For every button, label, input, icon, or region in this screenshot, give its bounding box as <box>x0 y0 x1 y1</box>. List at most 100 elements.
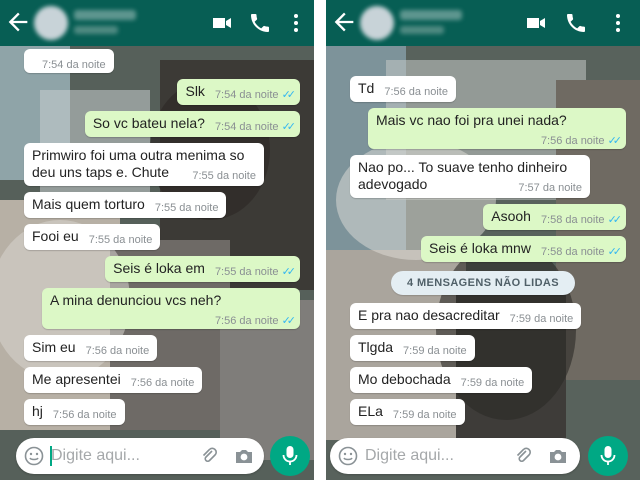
message-stack: Td 7:56 da noite Mais vc nao foi pra unei … <box>326 73 640 428</box>
incoming-message[interactable]: E pra nao desacreditar 7:59 da noite <box>350 303 582 329</box>
incoming-message[interactable]: Primwiro foi uma outra menima so deu uns… <box>24 143 264 186</box>
back-arrow-icon[interactable] <box>4 8 32 36</box>
contact-avatar[interactable] <box>360 6 394 40</box>
incoming-message[interactable]: Mais quem torturo 7:55 da noite <box>24 192 227 218</box>
message-meta: 7:59 da noite <box>393 408 457 422</box>
message-time: 7:55 da noite <box>192 170 256 182</box>
outgoing-message[interactable]: Seis é loka mnw 7:58 da noite ✓✓ <box>421 236 626 262</box>
message-time: 7:55 da noite <box>214 266 279 278</box>
outgoing-message[interactable]: A mina denunciou vcs neh? 7:56 da noite ✓✓ <box>42 288 300 329</box>
incoming-message[interactable]: Mo debochada 7:59 da noite <box>350 367 533 393</box>
incoming-message[interactable]: hj 7:56 da noite <box>24 399 125 425</box>
message-list[interactable]: Td 7:56 da noite Mais vc nao foi pra unei … <box>326 46 640 430</box>
message-meta: 7:56 da noite ✓✓ <box>540 134 623 148</box>
mic-button[interactable] <box>270 436 310 476</box>
message-time: 7:58 da noite <box>540 246 605 258</box>
incoming-message[interactable]: ELa 7:59 da noite <box>350 399 465 425</box>
message-time: 7:56 da noite <box>85 345 150 357</box>
message-text: A mina denunciou vcs neh? <box>50 292 222 308</box>
incoming-message[interactable]: Sim eu 7:56 da noite <box>24 335 158 361</box>
message-meta: 7:54 da noite ✓✓ <box>215 120 297 134</box>
outgoing-message[interactable]: Mais vc nao foi pra unei nada? 7:56 da no… <box>368 108 626 149</box>
message-text: Mais quem torturo <box>32 196 145 212</box>
outgoing-message[interactable]: Asooh 7:58 da noite ✓✓ <box>483 204 626 230</box>
message-time: 7:56 da noite <box>540 135 605 147</box>
message-meta: 7:56 da noite <box>53 408 117 422</box>
message-meta: 7:59 da noite <box>461 376 525 390</box>
message-time: 7:55 da noite <box>154 202 219 214</box>
message-time: 7:54 da noite <box>42 59 106 71</box>
more-options-icon[interactable] <box>284 11 308 35</box>
message-meta: 7:59 da noite <box>403 344 467 358</box>
contact-name-redacted[interactable] <box>74 10 136 20</box>
message-list[interactable]: 7:54 da noite Slk 7:54 da noite ✓✓ So vc bat… <box>0 46 314 430</box>
camera-icon[interactable] <box>234 447 254 465</box>
message-time: 7:56 da noite <box>214 315 279 327</box>
message-time: 7:56 da noite <box>52 409 117 421</box>
mic-icon <box>600 446 616 465</box>
phone-icon[interactable] <box>564 11 588 35</box>
chat-screen-right: Td 7:56 da noite Mais vc nao foi pra unei … <box>326 0 640 480</box>
video-call-icon[interactable] <box>210 11 234 35</box>
message-stack: 7:54 da noite Slk 7:54 da noite ✓✓ So vc bat… <box>0 46 314 428</box>
unread-messages-label: 4 MENSAGENS NÃO LIDAS <box>390 271 576 295</box>
more-options-icon[interactable] <box>606 11 630 35</box>
mic-button[interactable] <box>588 436 628 476</box>
back-arrow-icon[interactable] <box>330 8 358 36</box>
message-meta: 7:59 da noite <box>510 312 574 326</box>
compose-bar <box>16 438 264 474</box>
incoming-message[interactable]: Td 7:56 da noite <box>350 76 456 102</box>
incoming-message[interactable]: 7:54 da noite <box>24 49 114 73</box>
message-meta: 7:54 da noite ✓✓ <box>214 88 296 102</box>
message-text: Tlgda <box>358 339 394 355</box>
message-input[interactable] <box>51 438 191 474</box>
incoming-message[interactable]: Fooi eu 7:55 da noite <box>24 224 161 250</box>
incoming-message[interactable]: Nao po... To suave tenho dinheiro adevog… <box>350 155 590 198</box>
compose-bar <box>330 438 580 474</box>
message-text: ELa <box>358 403 383 419</box>
phone-icon[interactable] <box>248 11 272 35</box>
read-receipt-icon: ✓✓ <box>607 135 623 147</box>
outgoing-message[interactable]: So vc bateu nela? 7:54 da noite ✓✓ <box>84 111 300 137</box>
contact-avatar[interactable] <box>34 6 68 40</box>
message-text: Sim eu <box>32 339 76 355</box>
contact-name-redacted[interactable] <box>400 10 462 20</box>
contact-status-redacted <box>74 26 118 34</box>
message-time: 7:58 da noite <box>540 214 605 226</box>
message-meta: 7:54 da noite <box>42 58 106 72</box>
message-meta: 7:55 da noite <box>155 201 219 215</box>
chat-screen-left: 7:54 da noite Slk 7:54 da noite ✓✓ So vc bat… <box>0 0 314 480</box>
message-meta: 7:56 da noite <box>86 344 150 358</box>
message-meta: 7:58 da noite ✓✓ <box>540 245 623 259</box>
message-time: 7:59 da noite <box>403 345 467 357</box>
message-meta: 7:56 da noite <box>384 85 448 99</box>
message-time: 7:56 da noite <box>384 86 448 98</box>
message-text: Fooi eu <box>32 228 79 244</box>
message-meta: 7:55 da noite <box>89 233 153 247</box>
message-time: 7:55 da noite <box>88 234 153 246</box>
outgoing-message[interactable]: Slk 7:54 da noite ✓✓ <box>177 79 300 105</box>
chat-header <box>326 0 640 46</box>
message-text: Seis é loka mnw <box>429 240 531 256</box>
outgoing-message[interactable]: Seis é loka em 7:55 da noite ✓✓ <box>105 256 300 282</box>
attach-icon[interactable] <box>200 447 218 465</box>
message-meta: 7:56 da noite ✓✓ <box>214 314 296 328</box>
message-input[interactable] <box>365 438 505 474</box>
emoji-icon[interactable] <box>24 446 44 466</box>
message-meta: 7:57 da noite <box>518 181 582 195</box>
attach-icon[interactable] <box>514 447 532 465</box>
video-call-icon[interactable] <box>524 11 548 35</box>
emoji-icon[interactable] <box>338 446 358 466</box>
message-text: E pra nao desacreditar <box>358 307 500 323</box>
message-text: So vc bateu nela? <box>92 115 205 131</box>
incoming-message[interactable]: Tlgda 7:59 da noite <box>350 335 475 361</box>
chat-header <box>0 0 314 46</box>
camera-icon[interactable] <box>548 447 568 465</box>
message-time: 7:54 da noite <box>214 89 279 101</box>
unread-messages-banner: 4 MENSAGENS NÃO LIDAS <box>390 271 576 295</box>
read-receipt-icon: ✓✓ <box>607 246 623 258</box>
message-text: Mo debochada <box>358 371 451 387</box>
message-text: Asooh <box>491 208 531 224</box>
read-receipt-icon: ✓✓ <box>281 121 297 133</box>
incoming-message[interactable]: Me apresentei 7:56 da noite <box>24 367 203 393</box>
